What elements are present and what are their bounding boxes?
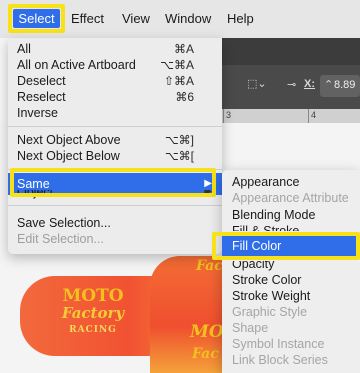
submenu-item-shape: Shape bbox=[222, 320, 360, 336]
reference-point-icon[interactable]: ⊸ bbox=[287, 78, 296, 91]
menu-item-next-object-above[interactable]: Next Object Above ⌥⌘] bbox=[8, 132, 222, 148]
ruler-tick bbox=[223, 109, 224, 123]
submenu-item-label: Graphic Style bbox=[232, 305, 308, 319]
x-position-field[interactable]: ⌃ 8.89 bbox=[320, 75, 360, 97]
submenu-item-opacity[interactable]: Opacity bbox=[222, 261, 360, 271]
stepper-icon[interactable]: ⌃ bbox=[324, 78, 333, 91]
menu-item-reselect[interactable]: Reselect ⌘6 bbox=[8, 89, 222, 105]
submenu-item-label: Fill & Stroke bbox=[232, 224, 300, 231]
ruler-tick bbox=[308, 109, 309, 123]
menu-help[interactable]: Help bbox=[227, 11, 254, 27]
submenu-item-label: Fill Color bbox=[232, 239, 282, 253]
submenu-item-fill-stroke[interactable]: Fill & Stroke bbox=[222, 223, 360, 231]
x-position-value: 8.89 bbox=[334, 79, 356, 91]
submenu-item-blending-mode[interactable]: Blending Mode bbox=[222, 207, 360, 223]
submenu-item-label: Stroke Color bbox=[232, 273, 302, 287]
logo-line: Factory bbox=[61, 304, 125, 322]
submenu-item-label: Link Block Series bbox=[232, 353, 328, 367]
menu-item-label: Edit Selection... bbox=[17, 232, 104, 246]
menu-view[interactable]: View bbox=[122, 11, 150, 27]
same-submenu: Appearance Appearance Attribute Blending… bbox=[222, 170, 360, 373]
menu-item-all[interactable]: All ⌘A bbox=[8, 41, 222, 57]
menu-item-label: Inverse bbox=[17, 106, 58, 120]
submenu-item-appearance-attribute: Appearance Attribute bbox=[222, 190, 360, 206]
submenu-item-link-block-series: Link Block Series bbox=[222, 352, 360, 368]
menu-item-shortcut: ⌥⌘[ bbox=[164, 149, 194, 163]
logo-line: MOTO bbox=[62, 286, 124, 306]
submenu-item-label: Stroke Weight bbox=[232, 289, 311, 303]
menu-item-label: Next Object Below bbox=[17, 149, 120, 163]
submenu-item-appearance[interactable]: Appearance bbox=[222, 174, 360, 190]
menu-item-label: Deselect bbox=[17, 74, 66, 88]
menu-item-edit-selection: Edit Selection... bbox=[8, 231, 222, 247]
menu-item-label: Reselect bbox=[17, 90, 66, 104]
menu-separator bbox=[8, 169, 222, 170]
menu-item-label: All bbox=[17, 42, 31, 56]
x-label: X: bbox=[304, 78, 315, 90]
menu-bar: Select Effect View Window Help bbox=[0, 0, 360, 38]
menu-effect[interactable]: Effect bbox=[71, 11, 104, 27]
moto-factory-logo[interactable]: MOTO Factory RACING bbox=[56, 288, 130, 350]
submenu-item-stroke-color[interactable]: Stroke Color bbox=[222, 272, 360, 288]
menu-item-inverse[interactable]: Inverse bbox=[8, 105, 222, 121]
menu-window[interactable]: Window bbox=[165, 11, 211, 27]
submenu-arrow-icon: ▶ bbox=[204, 190, 212, 197]
artwork-text: MO bbox=[190, 322, 224, 342]
submenu-item-symbol-instance: Symbol Instance bbox=[222, 336, 360, 352]
ruler-label: 3 bbox=[226, 110, 232, 120]
submenu-item-label: Blending Mode bbox=[232, 208, 316, 222]
submenu-item-fill-color[interactable]: Fill Color bbox=[222, 236, 360, 256]
submenu-item-graphic-style: Graphic Style bbox=[222, 304, 360, 320]
artwork-text: Fac bbox=[192, 346, 219, 362]
menu-item-shortcut: ⌥⌘] bbox=[164, 133, 194, 147]
logo-line: RACING bbox=[69, 325, 117, 335]
submenu-item-label: Opacity bbox=[232, 261, 275, 271]
menu-item-label: All on Active Artboard bbox=[17, 58, 136, 72]
artboard-icon[interactable]: ⬚⌄ bbox=[247, 77, 267, 90]
menu-item-next-object-below[interactable]: Next Object Below ⌥⌘[ bbox=[8, 148, 222, 164]
menu-separator bbox=[8, 126, 222, 127]
menu-separator bbox=[8, 205, 222, 206]
menu-item-deselect[interactable]: Deselect ⇧⌘A bbox=[8, 73, 222, 89]
menu-item-object[interactable]: Object ▶ bbox=[8, 190, 222, 200]
submenu-item-stroke-weight[interactable]: Stroke Weight bbox=[222, 288, 360, 304]
menu-item-save-selection[interactable]: Save Selection... bbox=[8, 215, 222, 231]
menu-item-label: Save Selection... bbox=[17, 216, 111, 230]
menu-select[interactable]: Select bbox=[13, 9, 60, 28]
submenu-item-label: Symbol Instance bbox=[232, 337, 325, 351]
submenu-item-label: Appearance bbox=[232, 175, 300, 189]
menu-item-shortcut: ⇧⌘A bbox=[163, 74, 194, 88]
menu-item-label: Object bbox=[17, 190, 54, 199]
submenu-item-label: Shape bbox=[232, 321, 269, 335]
ruler-label: 4 bbox=[311, 110, 317, 120]
menu-item-shortcut: ⌥⌘A bbox=[160, 58, 194, 72]
submenu-item-label: Appearance Attribute bbox=[232, 191, 349, 205]
menu-item-shortcut: ⌘A bbox=[173, 42, 194, 56]
menu-item-label: Next Object Above bbox=[17, 133, 121, 147]
menu-item-all-on-artboard[interactable]: All on Active Artboard ⌥⌘A bbox=[8, 57, 222, 73]
menu-item-shortcut: ⌘6 bbox=[175, 90, 194, 104]
select-menu: All ⌘A All on Active Artboard ⌥⌘A Desele… bbox=[8, 38, 222, 254]
artwork-text: Fac bbox=[196, 258, 223, 274]
